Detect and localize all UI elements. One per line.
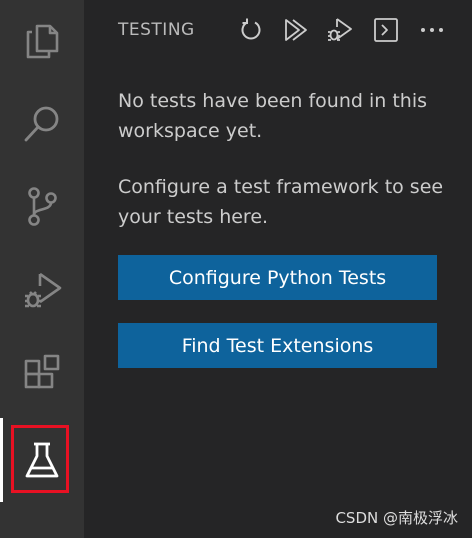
testing-sidebar: TESTING No tests have been found in this… — [84, 0, 472, 538]
watermark: CSDN @南极浮冰 — [335, 509, 458, 527]
more-actions-button[interactable] — [418, 16, 446, 44]
refresh-tests-button[interactable] — [237, 16, 265, 44]
activity-bar — [0, 0, 84, 538]
highlight-box — [11, 425, 69, 493]
debug-tests-button[interactable] — [325, 16, 353, 44]
refresh-icon — [241, 18, 261, 40]
find-test-extensions-button[interactable]: Find Test Extensions — [118, 323, 437, 368]
sidebar-title: TESTING — [118, 20, 195, 40]
activity-run-debug[interactable] — [0, 254, 84, 326]
run-tests-button[interactable] — [282, 16, 310, 44]
activity-extensions[interactable] — [0, 338, 84, 410]
activity-search[interactable] — [0, 88, 84, 160]
show-output-button[interactable] — [372, 16, 400, 44]
no-tests-message: No tests have been found in this workspa… — [118, 90, 428, 142]
active-indicator — [0, 418, 3, 502]
run-tests-icon — [285, 19, 307, 41]
configure-message: Configure a test framework to see your t… — [118, 176, 444, 228]
sidebar-header: TESTING — [84, 0, 472, 62]
debug-tests-icon — [328, 18, 352, 41]
extensions-icon — [24, 354, 60, 389]
search-icon — [24, 106, 59, 142]
configure-python-tests-button[interactable]: Configure Python Tests — [118, 255, 437, 300]
more-actions-icon — [421, 28, 443, 32]
source-control-icon — [28, 187, 57, 226]
run-debug-icon — [25, 272, 62, 308]
terminal-icon — [374, 18, 398, 42]
activity-explorer[interactable] — [0, 4, 84, 76]
files-icon — [26, 24, 59, 59]
activity-source-control[interactable] — [0, 170, 84, 242]
